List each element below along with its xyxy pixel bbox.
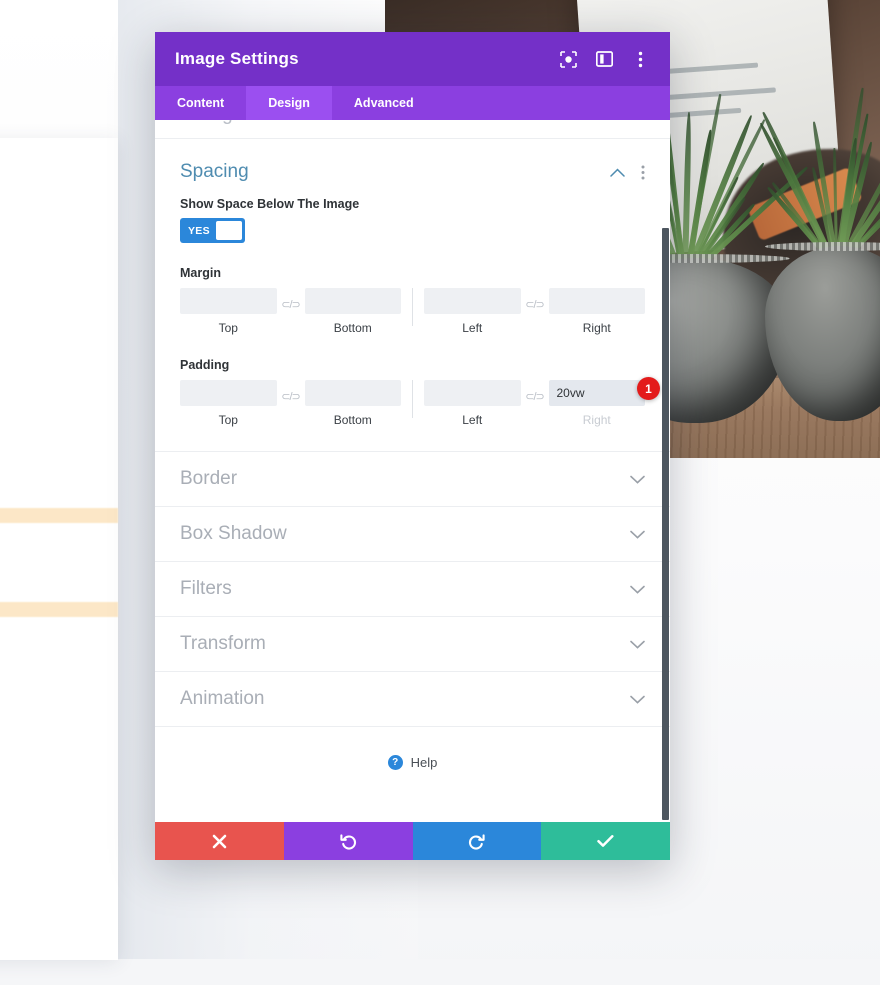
margin-pair-horizontal: Left ⊂/⊃ Right	[424, 288, 645, 335]
modal-tabs: Content Design Advanced	[155, 86, 670, 120]
question-mark-icon: ?	[388, 755, 403, 770]
margin-group: Margin Top ⊂/⊃ Bottom Left ⊂/⊃ Right	[180, 266, 645, 335]
step-badge-1: 1	[637, 377, 660, 400]
kebab-menu-icon[interactable]	[631, 50, 650, 69]
chevron-down-icon[interactable]	[630, 585, 645, 594]
broken-link-icon[interactable]: ⊂/⊃	[521, 390, 549, 403]
page-footer-strip	[0, 959, 880, 985]
background-accent-band-2	[0, 602, 118, 617]
chevron-down-icon[interactable]	[630, 530, 645, 539]
collapsed-sections: Border Box Shadow Filters Transform Anim…	[155, 451, 670, 726]
section-border[interactable]: Border	[155, 451, 670, 506]
chevron-down-icon[interactable]	[630, 695, 645, 704]
chevron-up-icon[interactable]	[610, 168, 625, 177]
broken-link-icon[interactable]: ⊂/⊃	[521, 298, 549, 311]
margin-bottom-caption: Bottom	[305, 321, 402, 335]
margin-fields: Top ⊂/⊃ Bottom Left ⊂/⊃ Right	[180, 288, 645, 335]
screen: Image Settings Content Design Advanced S…	[0, 0, 880, 985]
image-settings-modal: Image Settings Content Design Advanced S…	[155, 32, 670, 860]
padding-pair-horizontal: Left ⊂/⊃ Right	[424, 380, 645, 427]
show-space-label: Show Space Below The Image	[180, 197, 645, 211]
chevron-down-icon[interactable]	[630, 475, 645, 484]
margin-top-caption: Top	[180, 321, 277, 335]
undo-arrow-icon	[340, 833, 357, 850]
background-content-card	[0, 138, 118, 960]
tab-design[interactable]: Design	[246, 86, 332, 120]
help-label: Help	[411, 755, 438, 770]
section-title: Box Shadow	[180, 523, 630, 545]
margin-label: Margin	[180, 266, 645, 280]
padding-fields: Top ⊂/⊃ Bottom Left ⊂/⊃ 20vw Right	[180, 380, 645, 427]
padding-label: Padding	[180, 358, 645, 372]
section-title: Filters	[180, 578, 630, 600]
section-sizing-clipped[interactable]: Sizing	[180, 120, 233, 126]
tab-advanced[interactable]: Advanced	[332, 86, 436, 120]
padding-bottom-input[interactable]	[305, 380, 402, 406]
padding-left-caption: Left	[424, 413, 521, 427]
modal-header-actions	[559, 50, 650, 69]
margin-right-caption: Right	[549, 321, 646, 335]
section-title: Border	[180, 468, 630, 490]
section-filters[interactable]: Filters	[155, 561, 670, 616]
save-button[interactable]	[541, 822, 670, 860]
section-title: Spacing	[180, 161, 610, 183]
show-space-toggle[interactable]: YES	[180, 218, 245, 243]
redo-button[interactable]	[413, 822, 542, 860]
padding-group: Padding Top ⊂/⊃ Bottom Left ⊂/⊃ 20vw Rig…	[180, 358, 645, 427]
layout-panel-icon[interactable]	[595, 50, 614, 69]
modal-scroll-area[interactable]: Sizing Spacing	[155, 120, 670, 822]
section-transform[interactable]: Transform	[155, 616, 670, 671]
page-title: Image Settings	[175, 49, 559, 69]
section-animation[interactable]: Animation	[155, 671, 670, 726]
chevron-down-icon[interactable]	[630, 640, 645, 649]
margin-left-input[interactable]	[424, 288, 521, 314]
modal-header: Image Settings	[155, 32, 670, 86]
section-spacing: Spacing Show Space Below The Image YES M…	[155, 139, 670, 427]
close-x-icon	[212, 834, 227, 849]
padding-left-input[interactable]	[424, 380, 521, 406]
margin-top-input[interactable]	[180, 288, 277, 314]
cancel-button[interactable]	[155, 822, 284, 860]
tab-content[interactable]: Content	[155, 86, 246, 120]
section-title: Transform	[180, 633, 630, 655]
padding-right-caption: Right	[549, 413, 646, 427]
margin-pair-vertical: Top ⊂/⊃ Bottom	[180, 288, 401, 335]
margin-left-caption: Left	[424, 321, 521, 335]
modal-action-bar	[155, 822, 670, 860]
checkmark-icon	[597, 834, 614, 848]
section-spacing-header: Spacing	[180, 161, 645, 183]
divider	[412, 380, 413, 418]
padding-pair-vertical: Top ⊂/⊃ Bottom	[180, 380, 401, 427]
padding-top-input[interactable]	[180, 380, 277, 406]
margin-right-input[interactable]	[549, 288, 646, 314]
broken-link-icon[interactable]: ⊂/⊃	[277, 298, 305, 311]
background-accent-band-1	[0, 508, 118, 523]
modal-scrollbar-thumb[interactable]	[662, 228, 669, 820]
section-box-shadow[interactable]: Box Shadow	[155, 506, 670, 561]
broken-link-icon[interactable]: ⊂/⊃	[277, 390, 305, 403]
redo-arrow-icon	[468, 833, 485, 850]
toggle-value: YES	[183, 225, 216, 237]
divider	[412, 288, 413, 326]
margin-bottom-input[interactable]	[305, 288, 402, 314]
target-icon[interactable]	[559, 50, 578, 69]
help-link[interactable]: ? Help	[155, 726, 670, 798]
section-title: Animation	[180, 688, 630, 710]
undo-button[interactable]	[284, 822, 413, 860]
padding-bottom-caption: Bottom	[305, 413, 402, 427]
kebab-menu-icon[interactable]	[641, 165, 645, 180]
padding-right-input[interactable]	[549, 380, 646, 406]
toggle-knob	[216, 221, 242, 240]
padding-top-caption: Top	[180, 413, 277, 427]
